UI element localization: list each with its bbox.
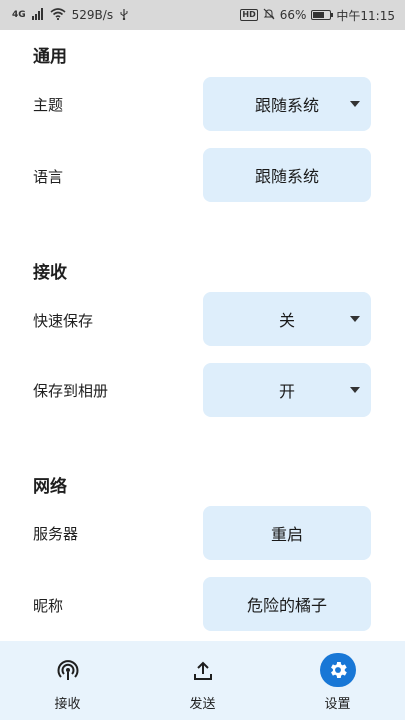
bottom-navigation: 接收 发送 设置 [0,641,405,720]
wifi-icon [50,7,66,23]
nav-label-send: 发送 [189,697,216,712]
nav-item-send[interactable]: 发送 [135,641,270,720]
status-bar: 4G 529B/s HD 66% 中午11:15 [0,0,405,30]
server-restart-label: 重启 [270,525,303,544]
chevron-down-icon [350,101,360,107]
language-button[interactable]: 跟随系统 [203,148,371,202]
signal-indicator: 4G [12,10,26,20]
nickname-value: 危险的橘子 [246,596,327,615]
settings-content[interactable]: 通用 主题 跟随系统 语言 跟随系统 接收 快速保存 关 保存到相册 开 网络 … [0,30,405,641]
server-label: 服务器 [33,525,79,543]
language-label: 语言 [33,168,64,186]
receive-antenna-icon [50,656,86,686]
nav-label-receive: 接收 [54,697,81,712]
save-to-album-dropdown[interactable]: 开 [203,363,371,417]
theme-value: 跟随系统 [254,96,319,115]
nav-item-settings[interactable]: 设置 [270,641,405,720]
battery-percent: 66% [279,8,307,22]
status-right: HD 66% 中午11:15 [240,0,395,30]
nickname-label: 昵称 [33,597,64,615]
theme-label: 主题 [33,96,64,114]
status-left: 4G 529B/s [12,0,129,30]
save-to-album-label: 保存到相册 [33,382,109,400]
hd-badge: HD [240,9,258,21]
upload-icon [185,656,221,686]
signal-bars-icon [31,7,44,23]
usb-icon [119,8,129,23]
section-title-network: 网络 [33,477,67,497]
battery-icon [311,10,334,20]
section-title-general: 通用 [33,47,67,67]
nav-item-receive[interactable]: 接收 [0,641,135,720]
chevron-down-icon [350,316,360,322]
theme-dropdown[interactable]: 跟随系统 [203,77,371,131]
section-title-receive: 接收 [33,263,67,283]
server-restart-button[interactable]: 重启 [203,506,371,560]
network-speed: 529B/s [71,8,114,22]
clock: 中午11:15 [336,8,395,23]
gear-icon [319,653,356,687]
quick-save-value: 关 [278,311,295,330]
nav-label-settings: 设置 [324,697,351,712]
nickname-button[interactable]: 危险的橘子 [203,577,371,631]
language-value: 跟随系统 [254,167,319,186]
quick-save-dropdown[interactable]: 关 [203,292,371,346]
save-to-album-value: 开 [278,382,295,401]
quick-save-label: 快速保存 [33,312,94,330]
chevron-down-icon [350,387,360,393]
mute-bell-icon [263,8,275,23]
